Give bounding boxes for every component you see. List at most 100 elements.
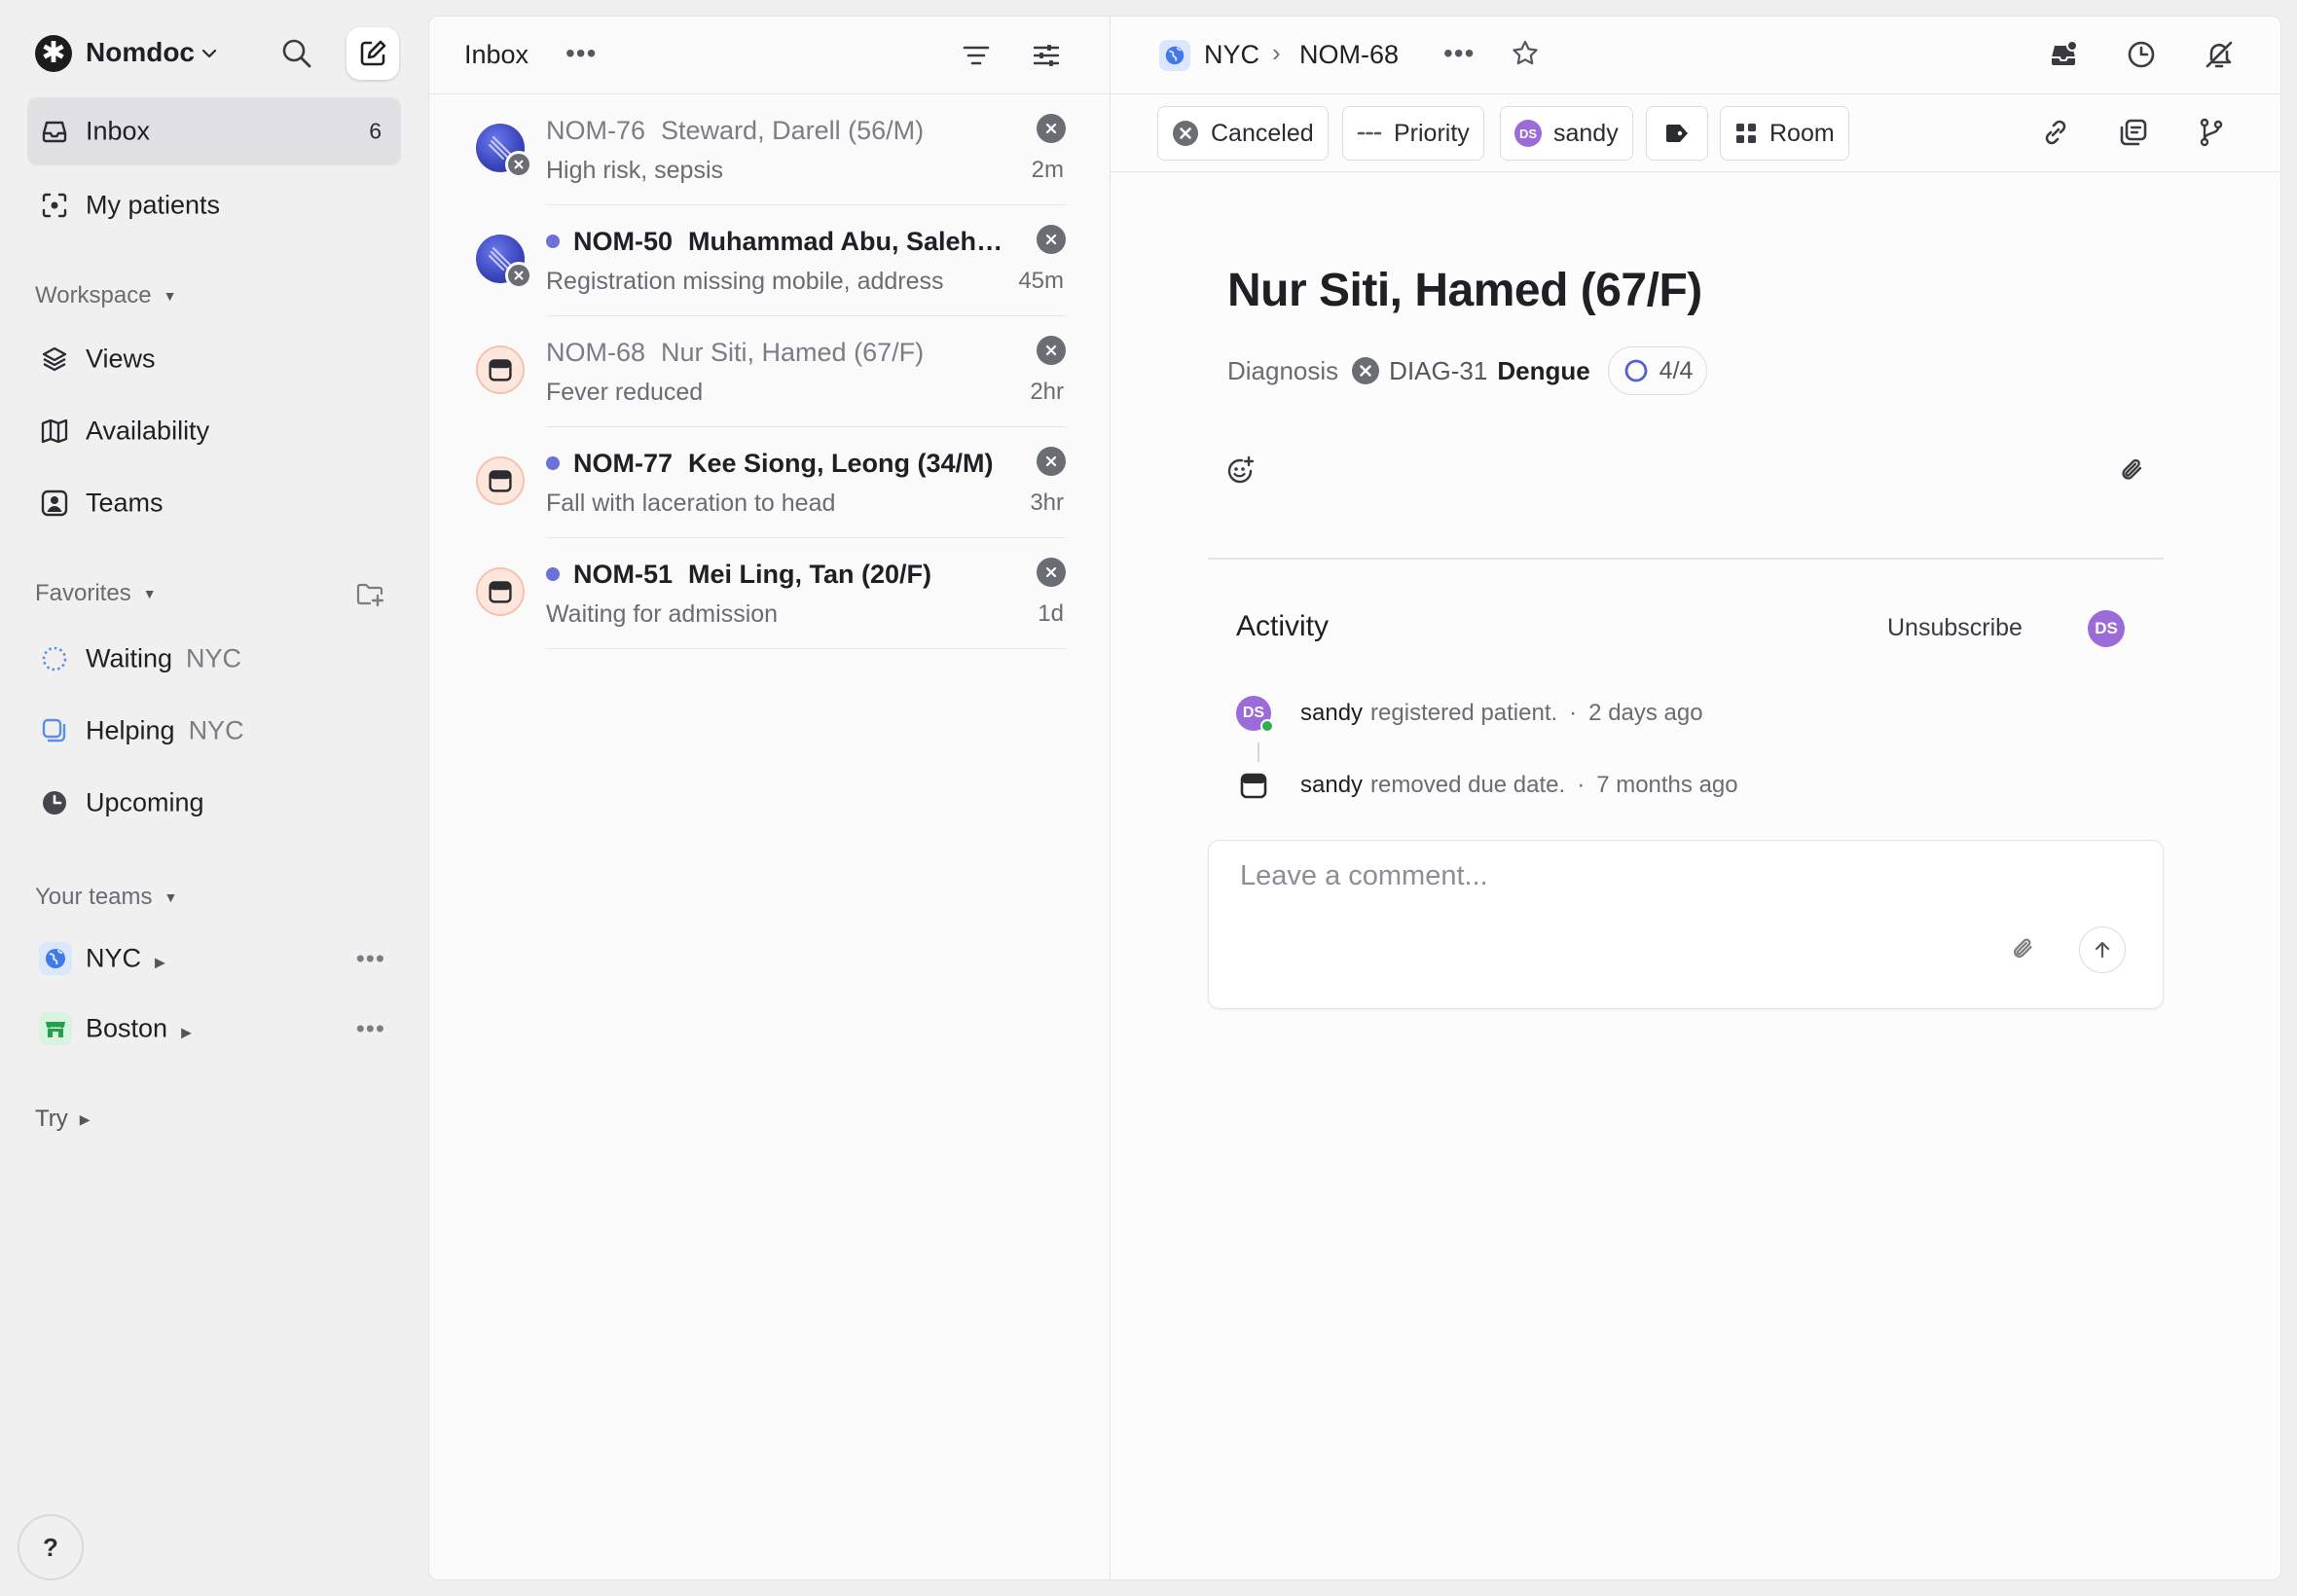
compose-button[interactable] [346,27,399,80]
issue-more-button[interactable]: ••• [1443,38,1475,69]
sidebar-team-boston[interactable]: Boston ▶ ••• [27,995,401,1063]
add-folder-icon[interactable] [354,580,385,609]
favorites-section-header[interactable]: Favorites ▼ [35,580,157,607]
workspace-name[interactable]: Nomdoc [86,37,195,68]
display-options-icon[interactable] [1031,40,1062,71]
globe-icon [39,942,72,975]
paperclip-icon[interactable] [2117,454,2148,486]
subscriber-avatar[interactable]: DS [2088,610,2125,647]
inbox-item[interactable]: NOM-50 Muhammad Abu, Saleh (4... Registra… [429,205,1111,316]
breadcrumb-team[interactable]: NYC [1204,40,1259,70]
team-label: Boston [86,1013,168,1043]
team-label: NYC [86,943,142,973]
inbox-item[interactable]: NOM-68 Nur Siti, Hamed (67/F) Fever reduc… [429,316,1111,427]
label-chip[interactable] [1646,106,1708,161]
room-chip[interactable]: Room [1720,106,1849,161]
favorite-item-helping[interactable]: Helping NYC [27,697,401,765]
canceled-status-icon[interactable] [1037,336,1066,365]
sidebar-item-availability[interactable]: Availability [27,397,401,465]
sidebar-item-my-patients[interactable]: My patients [27,171,401,239]
inbox-item-id: NOM-68 [546,338,646,367]
team-more-button[interactable]: ••• [356,1014,385,1044]
breadcrumb-issue[interactable]: NOM-68 [1299,40,1399,70]
caret-right-icon[interactable]: ▶ [181,1025,192,1040]
inbox-title: Inbox [464,40,529,69]
inbox-item[interactable]: NOM-51 Mei Ling, Tan (20/F) Waiting for a… [429,538,1111,649]
canceled-status-icon[interactable] [1037,114,1066,143]
inbox-more-button[interactable]: ••• [565,38,597,69]
inbox-item[interactable]: NOM-76 Steward, Darell (56/M) High risk, … [429,94,1111,205]
sidebar-item-views[interactable]: Views [27,325,401,393]
status-chip[interactable]: Canceled [1157,106,1329,161]
sidebar-item-inbox[interactable]: Inbox 6 [27,97,401,165]
favorite-label: Upcoming [86,787,204,817]
favorite-item-upcoming[interactable]: Upcoming [27,769,401,837]
inbox-item-time: 2hr [1030,379,1064,405]
canceled-status-icon[interactable] [1037,558,1066,587]
try-section-header[interactable]: Try ▶ [35,1106,91,1133]
canceled-status-icon [505,262,532,289]
inbox-header: Inbox ••• [429,17,1110,94]
canceled-status-icon[interactable] [1037,447,1066,476]
issue-title[interactable]: Nur Siti, Hamed (67/F) [1227,264,1702,317]
inbox-item-subtitle: Fall with laceration to head [546,490,836,517]
favorite-item-waiting[interactable]: Waiting NYC [27,625,401,693]
inbox-item-name: Mei Ling, Tan (20/F) [688,560,932,589]
activity-time[interactable]: 7 months ago [1596,772,1737,799]
add-reaction-icon[interactable] [1223,454,1257,488]
chevron-down-icon[interactable] [201,45,218,62]
divider [1208,558,2164,560]
teams-section-header[interactable]: Your teams ▼ [35,884,177,911]
priority-chip[interactable]: Priority [1342,106,1484,161]
caret-right-icon[interactable]: ▶ [155,955,165,970]
workspace-section-header[interactable]: Workspace ▼ [35,282,176,309]
paperclip-icon[interactable] [2009,934,2038,963]
layers-icon [39,344,70,375]
team-more-button[interactable]: ••• [356,944,385,974]
unsubscribe-button[interactable]: Unsubscribe [1887,614,2023,642]
star-icon[interactable] [1510,38,1541,69]
diagnosis-id[interactable]: DIAG-31 [1389,356,1487,386]
workspace-logo[interactable]: ✱ [35,35,72,72]
filter-icon[interactable] [961,40,992,71]
activity-actor[interactable]: sandy [1300,772,1363,799]
diagnosis-name[interactable]: Dengue [1497,356,1589,386]
branch-icon[interactable] [2195,116,2228,149]
canceled-status-icon[interactable] [1037,225,1066,254]
focus-frame-icon [39,190,70,221]
help-button[interactable]: ? [18,1514,84,1580]
copy-id-icon[interactable] [2117,116,2150,149]
inbox-item-subtitle: Waiting for admission [546,600,779,628]
unread-dot [546,234,560,248]
sidebar-item-label: My patients [86,190,221,220]
notification-bell-icon[interactable] [2047,38,2080,71]
history-clock-icon[interactable] [2125,38,2158,71]
mute-bell-icon[interactable] [2203,38,2236,71]
compose-icon [360,40,386,66]
room-label: Room [1769,119,1835,147]
dotted-circle-icon [39,643,70,674]
inbox-item-title: NOM-50 Muhammad Abu, Saleh (4... [546,227,1003,257]
sub-issue-progress[interactable]: 4/4 [1607,346,1708,395]
inbox-item-id: NOM-50 [573,227,674,256]
favorite-label-group: Helping NYC [86,716,244,746]
online-status-dot [1260,719,1274,733]
inbox-item-subtitle: Fever reduced [546,379,704,406]
search-icon[interactable] [280,37,313,70]
inbox-item[interactable]: NOM-77 Kee Siong, Leong (34/M) Fall with … [429,427,1111,538]
inbox-item-title: NOM-77 Kee Siong, Leong (34/M) [546,449,1003,479]
link-icon[interactable] [2039,116,2072,149]
activity-time[interactable]: 2 days ago [1588,700,1702,727]
comment-input[interactable] [1240,860,1921,892]
inbox-item-id: NOM-51 [573,560,674,589]
sidebar-item-teams[interactable]: Teams [27,469,401,537]
inbox-item-id: NOM-76 [546,116,646,145]
assignee-chip[interactable]: DS sandy [1500,106,1633,161]
inbox-panel: Inbox ••• NOM-76 Steward, Darell (56/M) H… [428,16,1110,1580]
tag-icon [1663,123,1691,144]
inbox-item-time: 2m [1031,157,1064,183]
activity-actor[interactable]: sandy [1300,700,1363,727]
send-comment-button[interactable] [2079,926,2126,973]
sidebar-team-nyc[interactable]: NYC ▶ ••• [27,925,401,993]
activity-item: sandy removed due date. · 7 months ago [1236,766,1738,805]
